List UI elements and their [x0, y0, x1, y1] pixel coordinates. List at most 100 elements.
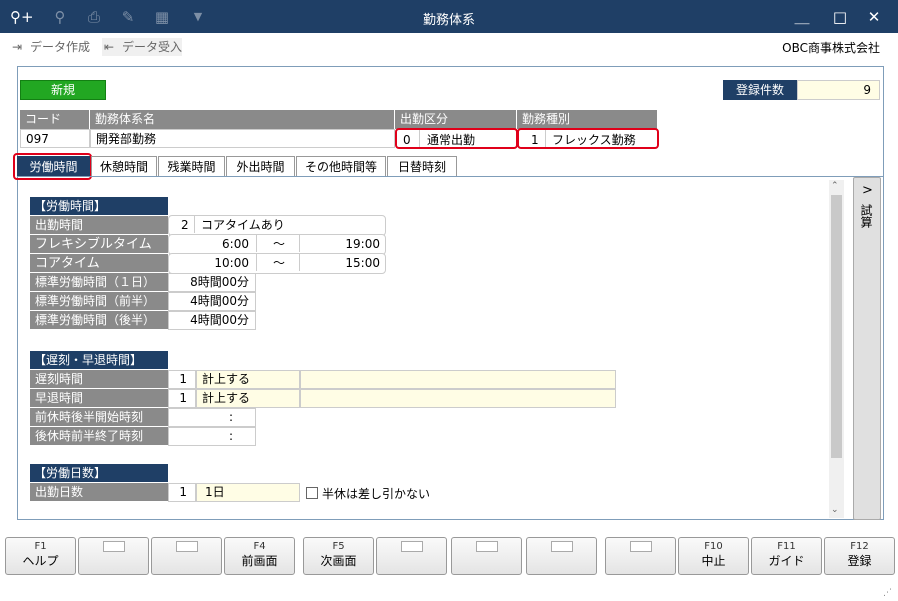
- early-num[interactable]: 1: [168, 389, 196, 408]
- close-button[interactable]: ✕: [862, 7, 886, 27]
- work-type-field[interactable]: 1 フレックス勤務: [517, 128, 659, 149]
- scroll-up-icon[interactable]: ⌃: [831, 181, 839, 191]
- f7-button[interactable]: [451, 537, 522, 575]
- f10-button[interactable]: F10 中止: [678, 537, 749, 575]
- work-type-num: 1: [531, 133, 539, 147]
- company-name: OBC商事株式会社: [782, 41, 880, 55]
- flex-time-field[interactable]: 6:00 ～ 19:00: [168, 234, 386, 255]
- trial-calc-button[interactable]: > 試算: [853, 177, 881, 520]
- late-text[interactable]: 計上する: [196, 370, 300, 389]
- days-section-title: 【労働日数】: [30, 464, 168, 482]
- f12-button[interactable]: F12 登録: [824, 537, 895, 575]
- work-type-text: フレックス勤務: [552, 133, 636, 147]
- core-start: 10:00: [214, 256, 249, 270]
- late-section-title: 【遅刻・早退時間】: [30, 351, 168, 369]
- f4-key: F4: [253, 541, 266, 552]
- tab-outing-time[interactable]: 外出時間: [226, 156, 295, 177]
- f5-label: 次画面: [320, 554, 357, 568]
- tab-day-change[interactable]: 日替時刻: [387, 156, 457, 177]
- minimize-button[interactable]: ＿: [790, 7, 814, 27]
- new-status-badge: 新規: [20, 80, 106, 100]
- pm-off-label: 前休時後半開始時刻: [30, 408, 168, 427]
- std-first-field[interactable]: 4時間00分: [168, 292, 256, 311]
- scroll-down-icon[interactable]: ⌄: [831, 505, 839, 515]
- f11-button[interactable]: F11 ガイド: [751, 537, 822, 575]
- f6-button[interactable]: [376, 537, 447, 575]
- am-off-field[interactable]: :: [168, 427, 256, 446]
- std-first-label: 標準労働時間（前半）: [30, 292, 168, 311]
- f12-label: 登録: [847, 554, 872, 568]
- flex-start: 6:00: [222, 237, 249, 251]
- half-day-checkbox-label: 半休は差し引かない: [322, 487, 431, 501]
- late-num[interactable]: 1: [168, 370, 196, 389]
- create-data-button[interactable]: ⇥ データ作成: [10, 38, 90, 56]
- f12-key: F12: [850, 541, 869, 552]
- create-data-label: データ作成: [30, 40, 91, 54]
- name-field[interactable]: 開発部勤務: [90, 129, 395, 148]
- scroll-thumb[interactable]: [831, 195, 842, 458]
- f3-button[interactable]: [151, 537, 222, 575]
- tab-other-time[interactable]: その他時間等: [296, 156, 386, 177]
- receive-data-label: データ受入: [122, 40, 183, 54]
- early-label: 早退時間: [30, 389, 168, 408]
- attendance-time-label: 出勤時間: [30, 216, 168, 235]
- late-extra: [300, 370, 616, 389]
- receive-data-button[interactable]: ⇤ データ受入: [102, 38, 183, 56]
- labor-section-title: 【労働時間】: [30, 197, 168, 215]
- name-header: 勤務体系名: [90, 110, 395, 129]
- attendance-time-num: 2: [181, 218, 189, 232]
- core-end: 15:00: [345, 256, 380, 270]
- attendance-num: 0: [403, 133, 411, 147]
- attendance-text: 通常出勤: [427, 133, 476, 147]
- attendance-field[interactable]: 0 通常出勤: [395, 128, 518, 149]
- f1-key: F1: [34, 541, 47, 552]
- f11-key: F11: [777, 541, 796, 552]
- record-count-value: 9: [797, 80, 880, 100]
- f4-label: 前画面: [241, 554, 278, 568]
- f1-button[interactable]: F1 ヘルプ: [5, 537, 76, 575]
- flex-end: 19:00: [345, 237, 380, 251]
- early-text[interactable]: 計上する: [196, 389, 300, 408]
- days-label: 出勤日数: [30, 483, 168, 502]
- days-num[interactable]: 1: [168, 483, 196, 502]
- half-day-checkbox[interactable]: [306, 487, 318, 499]
- f10-key: F10: [704, 541, 723, 552]
- am-off-label: 後休時前半終了時刻: [30, 427, 168, 446]
- core-separator: ～: [273, 256, 286, 270]
- f8-button[interactable]: [526, 537, 597, 575]
- f5-button[interactable]: F5 次画面: [303, 537, 374, 575]
- f2-button[interactable]: [78, 537, 149, 575]
- core-time-label: コアタイム: [30, 254, 168, 273]
- work-type-header: 勤務種別: [517, 110, 658, 129]
- std-day-label: 標準労働時間（１日）: [30, 273, 168, 292]
- attendance-header: 出勤区分: [395, 110, 517, 129]
- std-second-label: 標準労働時間（後半）: [30, 311, 168, 330]
- export-icon: ⇥: [12, 40, 23, 54]
- code-field[interactable]: 097: [20, 129, 90, 148]
- attendance-time-text: コアタイムあり: [201, 218, 285, 232]
- f11-label: ガイド: [768, 554, 805, 568]
- tab-overtime[interactable]: 残業時間: [158, 156, 225, 177]
- tab-break-time[interactable]: 休憩時間: [91, 156, 157, 177]
- early-extra: [300, 389, 616, 408]
- std-day-field[interactable]: 8時間00分: [168, 273, 256, 292]
- resize-grip-icon[interactable]: ⋰: [883, 588, 892, 598]
- pm-off-field[interactable]: :: [168, 408, 256, 427]
- maximize-button[interactable]: □: [828, 7, 852, 27]
- f10-label: 中止: [701, 554, 726, 568]
- attendance-time-field[interactable]: 2 コアタイムあり: [168, 215, 386, 236]
- core-time-field[interactable]: 10:00 ～ 15:00: [168, 253, 386, 274]
- window-title: 勤務体系: [422, 13, 475, 28]
- f4-button[interactable]: F4 前画面: [224, 537, 295, 575]
- days-text[interactable]: 1日: [196, 483, 300, 502]
- late-label: 遅刻時間: [30, 370, 168, 389]
- f9-button[interactable]: [605, 537, 676, 575]
- side-arrow-icon: >: [862, 183, 873, 198]
- trial-calc-label: 試算: [859, 204, 873, 228]
- f1-label: ヘルプ: [22, 554, 59, 568]
- std-second-field[interactable]: 4時間00分: [168, 311, 256, 330]
- record-count-label: 登録件数: [723, 80, 797, 100]
- f5-key: F5: [332, 541, 345, 552]
- import-icon: ⇤: [104, 40, 115, 54]
- flex-time-label: フレキシブルタイム: [30, 235, 168, 254]
